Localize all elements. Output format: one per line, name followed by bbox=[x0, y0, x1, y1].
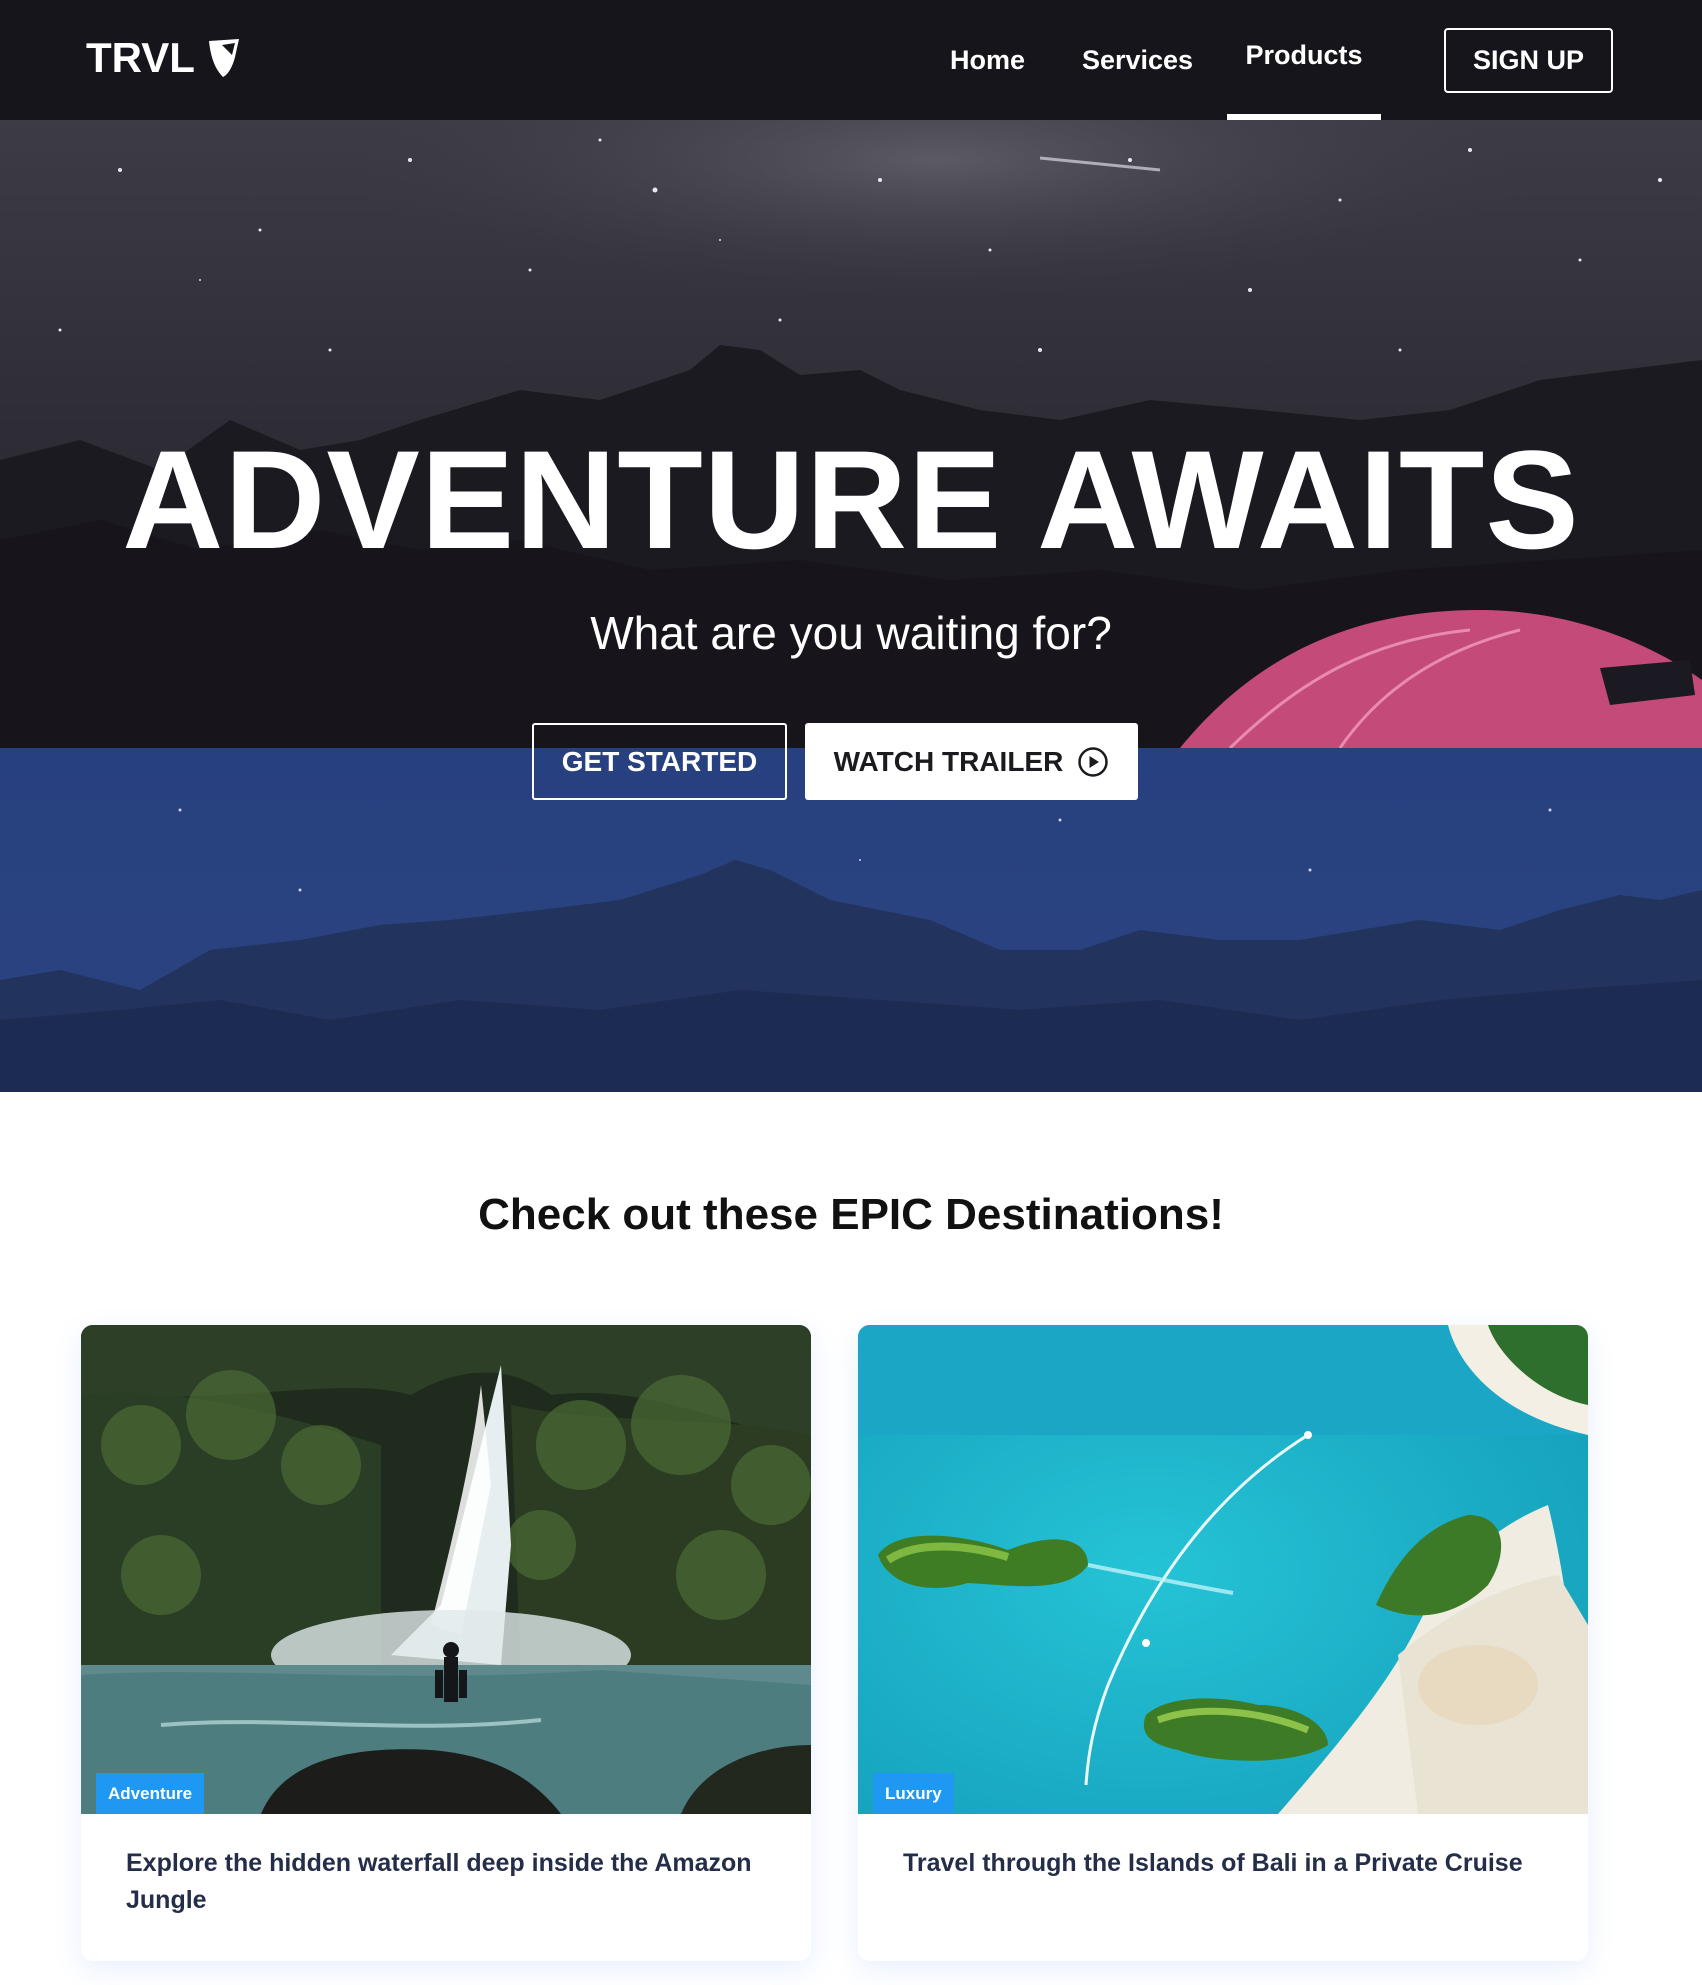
card-title: Travel through the Islands of Bali in a … bbox=[903, 1849, 1523, 1877]
hero-background-image bbox=[0, 120, 1702, 1092]
destination-card-bali[interactable]: Luxury Travel through the Islands of Bal… bbox=[858, 1325, 1588, 1961]
nav-products[interactable]: Products bbox=[1227, 0, 1381, 120]
get-started-label: GET STARTED bbox=[561, 745, 758, 777]
nav-home[interactable]: Home bbox=[930, 0, 1045, 120]
shield-icon bbox=[208, 39, 239, 77]
logo-text: TRVL bbox=[86, 34, 195, 81]
sign-up-button[interactable]: SIGN UP bbox=[1444, 28, 1613, 93]
logo[interactable]: TRVL bbox=[86, 34, 243, 82]
destination-card-waterfall[interactable]: Adventure Explore the hidden waterfall d… bbox=[81, 1325, 811, 1961]
hero-title: ADVENTURE AWAITS bbox=[122, 421, 1580, 578]
category-badge[interactable]: Luxury bbox=[873, 1773, 954, 1814]
hero-subtitle: What are you waiting for? bbox=[590, 607, 1112, 659]
waterfall-image bbox=[81, 1325, 811, 1814]
nav-services[interactable]: Services bbox=[1075, 0, 1200, 120]
watch-trailer-label: WATCH TRAILER bbox=[833, 745, 1064, 777]
navbar: TRVL Home Services Products SIGN UP bbox=[0, 0, 1702, 120]
watch-trailer-button[interactable]: WATCH TRAILER bbox=[805, 723, 1138, 800]
islands-image bbox=[858, 1325, 1588, 1814]
play-circle-icon bbox=[1078, 746, 1109, 777]
destinations-heading: Check out these EPIC Destinations! bbox=[478, 1190, 1224, 1239]
card-image bbox=[81, 1325, 811, 1814]
hero: ADVENTURE AWAITS What are you waiting fo… bbox=[0, 120, 1702, 1092]
get-started-button[interactable]: GET STARTED bbox=[532, 723, 787, 800]
card-image bbox=[858, 1325, 1588, 1814]
category-badge[interactable]: Adventure bbox=[96, 1773, 205, 1814]
card-title: Explore the hidden waterfall deep inside… bbox=[126, 1849, 752, 1914]
